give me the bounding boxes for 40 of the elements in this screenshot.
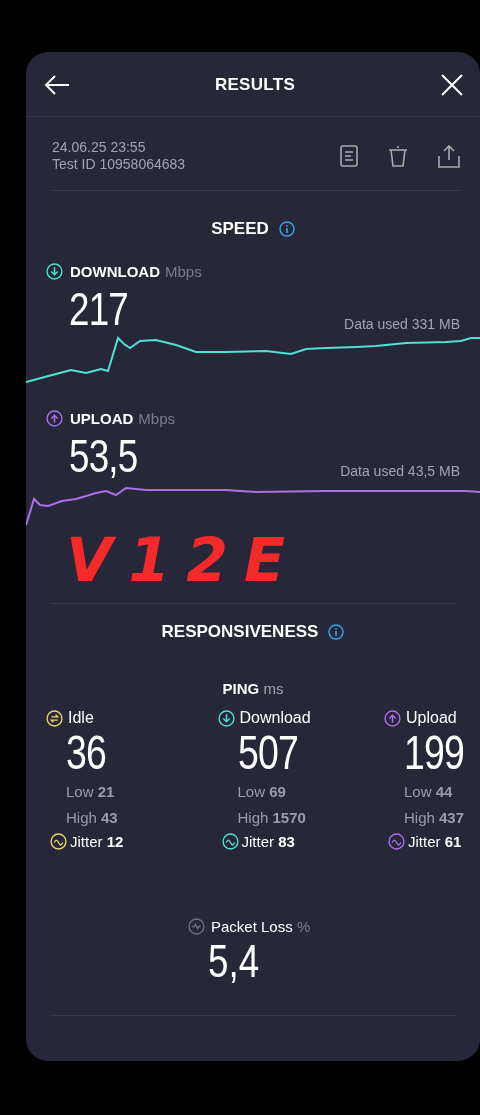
- low-value: Low 44: [404, 782, 454, 802]
- ping-type-label: Upload: [406, 709, 457, 727]
- ping-value: 507: [237, 727, 299, 779]
- test-date: 24.06.25 23:55: [52, 139, 147, 156]
- ping-type-label: Idle: [68, 709, 94, 727]
- jitter-value: Jitter 83: [241, 833, 295, 850]
- jitter-value: Jitter 61: [408, 833, 462, 850]
- low-value: Low 69: [237, 782, 287, 802]
- ping-label: PING ms: [222, 680, 284, 697]
- share-icon[interactable]: [438, 144, 460, 168]
- document-icon[interactable]: [340, 145, 358, 167]
- speed-value: 53,5: [69, 431, 138, 481]
- metric-label: DOWNLOAD: [70, 263, 160, 280]
- info-icon[interactable]: [328, 624, 345, 640]
- ping-value: 36: [66, 727, 108, 779]
- unit-label: Mbps: [165, 263, 202, 280]
- unit-label: Mbps: [138, 410, 176, 427]
- speed-value: 217: [69, 284, 128, 334]
- screen-title: RESULTS: [214, 75, 296, 95]
- close-icon[interactable]: [440, 73, 464, 97]
- high-value: High 1570: [237, 808, 307, 828]
- low-value: Low 21: [66, 782, 116, 802]
- packet-loss-value: 5,4: [208, 935, 260, 987]
- section-title: RESPONSIVENESS: [161, 622, 319, 642]
- handwritten-annotation: V12E: [66, 528, 301, 592]
- data-used-label: Data used 43,5 MB: [340, 463, 460, 479]
- pulse-icon: [188, 918, 205, 935]
- info-icon[interactable]: [278, 221, 295, 237]
- high-value: High 437: [404, 808, 466, 828]
- packet-loss-label: Packet Loss %: [211, 918, 311, 935]
- ping-type-label: Download: [239, 709, 311, 727]
- trash-icon[interactable]: [388, 145, 408, 167]
- test-id: Test ID 10958064683: [52, 156, 186, 173]
- data-used-label: Data used 331 MB: [344, 316, 460, 332]
- high-value: High 43: [66, 808, 119, 828]
- back-icon[interactable]: [44, 74, 70, 96]
- jitter-value: Jitter 12: [70, 833, 124, 850]
- section-title: SPEED: [211, 219, 269, 239]
- metric-label: UPLOAD: [70, 410, 134, 427]
- exchange-icon: [46, 709, 63, 727]
